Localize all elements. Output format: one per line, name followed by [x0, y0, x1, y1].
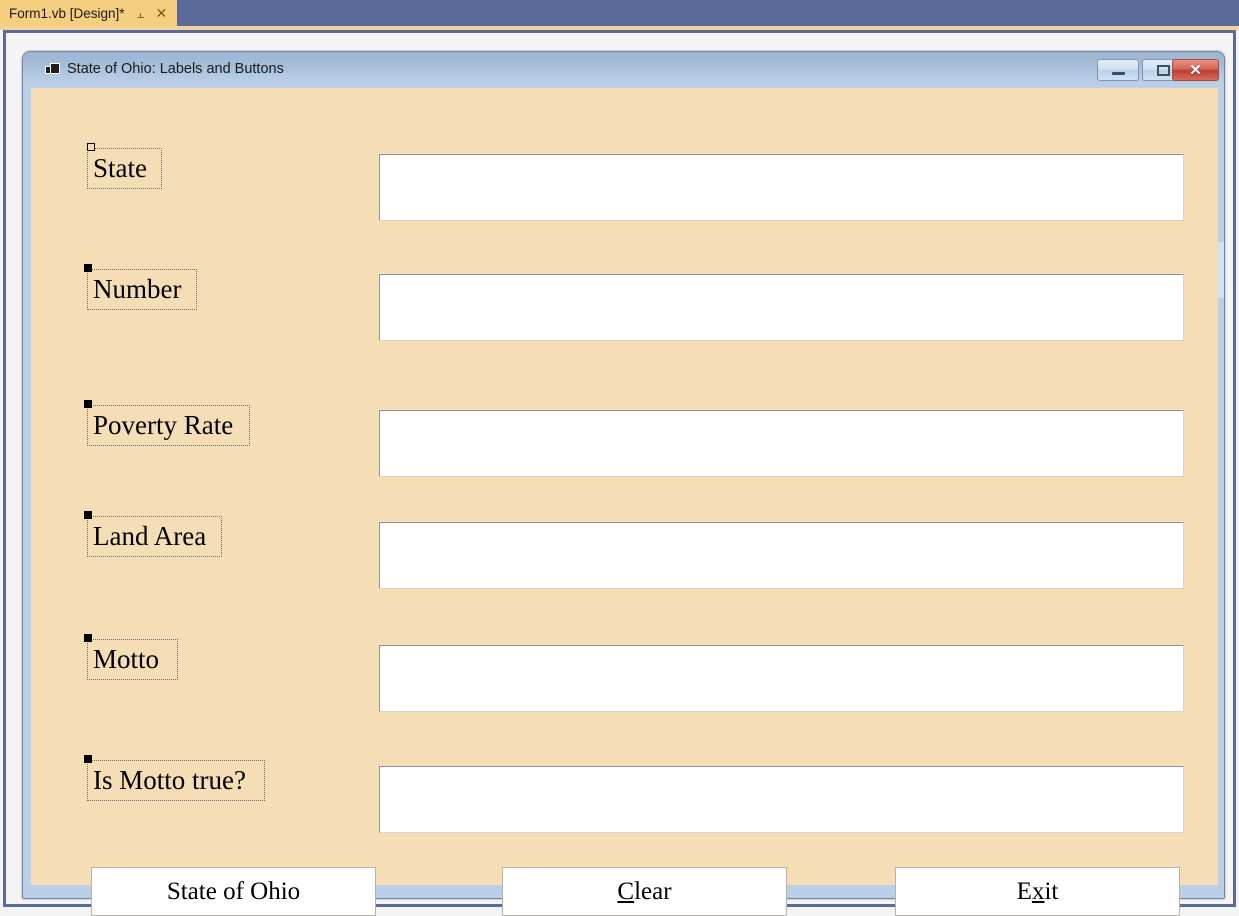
button-exit-mnemonic: x	[1031, 878, 1045, 905]
textbox-poverty-rate[interactable]	[379, 410, 1184, 477]
label-state[interactable]: State	[87, 148, 162, 189]
tab-form1-design[interactable]: Form1.vb [Design]* ⫠ ✕	[0, 0, 178, 26]
form-title-text: State of Ohio: Labels and Buttons	[67, 61, 284, 77]
close-button[interactable]: ✕	[1172, 59, 1219, 81]
button-state-of-ohio-post: State of Ohio	[166, 878, 301, 905]
designer-frame: State of Ohio: Labels and Buttons ✕ Stat…	[3, 30, 1236, 916]
selection-handle-state[interactable]	[87, 143, 95, 151]
textbox-is-motto-true[interactable]	[379, 766, 1184, 833]
button-exit[interactable]: Ex it	[895, 867, 1180, 916]
form-resize-handle[interactable]	[1217, 242, 1224, 298]
ide-tab-strip: Form1.vb [Design]* ⫠ ✕	[0, 0, 1239, 26]
button-clear[interactable]: Clear	[502, 867, 787, 916]
textbox-motto[interactable]	[379, 645, 1184, 712]
label-motto[interactable]: Motto	[87, 639, 178, 680]
selection-handle-number[interactable]	[84, 264, 92, 272]
selection-handle-motto[interactable]	[84, 634, 92, 642]
maximize-icon	[1156, 64, 1170, 76]
minimize-button[interactable]	[1097, 59, 1139, 81]
selection-handle-land-area[interactable]	[84, 511, 92, 519]
textbox-number[interactable]	[379, 274, 1184, 341]
label-number[interactable]: Number	[87, 269, 197, 310]
pin-icon[interactable]: ⫠	[137, 7, 145, 20]
button-exit-post: it	[1044, 878, 1059, 905]
close-icon[interactable]: ✕	[155, 6, 167, 20]
close-icon: ✕	[1189, 61, 1202, 79]
label-is-motto-true[interactable]: Is Motto true?	[87, 760, 265, 801]
designer-surface[interactable]: State of Ohio: Labels and Buttons ✕ Stat…	[0, 30, 1239, 916]
selection-handle-is-motto-true[interactable]	[84, 755, 92, 763]
form-title-bar[interactable]: State of Ohio: Labels and Buttons ✕	[23, 52, 1224, 88]
textbox-land-area[interactable]	[379, 522, 1184, 589]
label-poverty-rate[interactable]: Poverty Rate	[87, 405, 250, 446]
label-land-area[interactable]: Land Area	[87, 516, 222, 557]
button-exit-pre: E	[1016, 878, 1032, 905]
selection-handle-poverty-rate[interactable]	[84, 400, 92, 408]
button-clear-mnemonic: C	[617, 878, 635, 905]
form-client-area[interactable]: State Number Poverty Rate Land Area Mott…	[31, 88, 1218, 916]
form-app-icon	[45, 63, 60, 74]
textbox-state[interactable]	[379, 154, 1184, 221]
tab-label: Form1.vb [Design]*	[9, 5, 125, 21]
button-state-of-ohio[interactable]: State of Ohio	[91, 867, 376, 916]
minimize-icon	[1111, 71, 1125, 75]
button-clear-post: lear	[634, 878, 672, 905]
form-window[interactable]: State of Ohio: Labels and Buttons ✕ Stat…	[22, 51, 1225, 916]
